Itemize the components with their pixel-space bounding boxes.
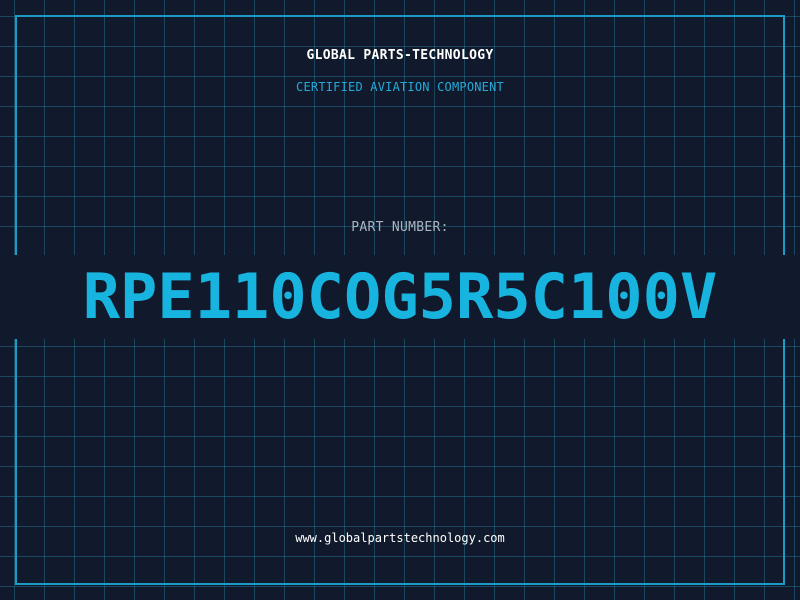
- part-number-value: RPE110COG5R5C100V: [82, 260, 718, 333]
- certification-subtitle: CERTIFIED AVIATION COMPONENT: [296, 80, 504, 94]
- part-number-label: PART NUMBER:: [351, 220, 449, 235]
- company-name: GLOBAL PARTS-TECHNOLOGY: [306, 48, 494, 63]
- website-url: www.globalpartstechnology.com: [295, 531, 505, 545]
